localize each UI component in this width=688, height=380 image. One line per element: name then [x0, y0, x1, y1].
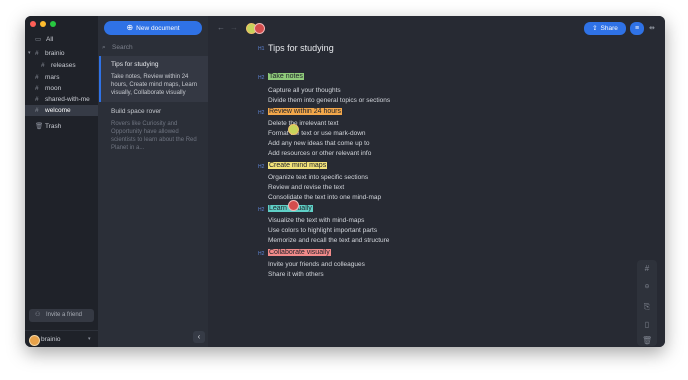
- note-preview: Rovers like Curiosity and Opportunity ha…: [111, 121, 197, 151]
- export-icon[interactable]: ⎘: [642, 302, 652, 312]
- sidebar-item-brainio[interactable]: ▾ # brainio: [25, 48, 98, 59]
- list-item[interactable]: Tips for studying Take notes, Review wit…: [99, 56, 209, 102]
- list-item: Divide them into general topics or secti…: [268, 97, 391, 104]
- hash-icon: #: [35, 96, 39, 103]
- list-item: Invite your friends and colleagues: [268, 261, 365, 268]
- list-item: Add any new ideas that come up to: [268, 140, 370, 147]
- hash-icon: #: [35, 85, 39, 92]
- list-item: Memorize and recall the text and structu…: [268, 237, 390, 244]
- avatar[interactable]: [254, 23, 265, 34]
- close-window-button[interactable]: [30, 21, 36, 27]
- sidebar: ▭ All ▾ # brainio # releases # mars # mo…: [25, 16, 98, 347]
- collaborator-avatar: [288, 200, 299, 211]
- inbox-icon: ▭: [35, 36, 42, 43]
- note-preview: Take notes, Review within 24 hours, Crea…: [111, 74, 198, 96]
- hash-icon: #: [35, 50, 39, 57]
- search-input[interactable]: ⌕ Search: [102, 42, 202, 54]
- list-item: Consolidate the text into one mind-map: [268, 194, 382, 201]
- list-item: Capture all your thoughts: [268, 87, 341, 94]
- list-icon: ≡: [634, 25, 640, 32]
- share-button[interactable]: ⇪ Share: [584, 22, 626, 35]
- document-title-row: H1 Tips for studying: [258, 43, 334, 53]
- new-document-button[interactable]: ⊕ New document: [104, 21, 202, 35]
- hash-icon: #: [35, 107, 39, 114]
- zoom-out-icon[interactable]: ⊖: [642, 283, 652, 290]
- section-heading: H2 Take notes: [258, 73, 304, 81]
- editor: ← → ⇪Share ≡ ⇹ ⊤ H1 Tips for studying H2…: [208, 16, 665, 347]
- sidebar-item-moon[interactable]: # moon: [25, 83, 98, 94]
- section-heading: H2 Collaborate visually: [258, 249, 331, 257]
- search-icon: ⌕: [102, 44, 106, 51]
- maximize-window-button[interactable]: [50, 21, 56, 27]
- split-view-icon[interactable]: ⇹: [649, 24, 655, 34]
- note-list-panel: ⊕ New document ⌕ Search Tips for studying…: [98, 16, 209, 347]
- list-item: Organize text into specific sections: [268, 174, 369, 181]
- list-item[interactable]: Build space rover Rovers like Curiosity …: [99, 104, 207, 151]
- user-menu[interactable]: brainio ▾: [25, 330, 98, 347]
- sidebar-item-releases[interactable]: # releases: [25, 60, 98, 71]
- plus-icon: ⊕: [126, 23, 134, 32]
- sidebar-item-trash[interactable]: 🗑 Trash: [25, 121, 98, 132]
- minimize-window-button[interactable]: [40, 21, 46, 27]
- section-heading: H2 Create mind maps: [258, 162, 328, 170]
- trash-icon: 🗑: [35, 123, 44, 130]
- sidebar-item-all[interactable]: ▭ All: [25, 34, 98, 45]
- section-heading: H2 Review within 24 hours: [258, 108, 342, 116]
- chevron-left-icon: ‹: [197, 332, 201, 341]
- trash-icon[interactable]: 🗑: [642, 336, 652, 345]
- note-title: Build space rover: [111, 108, 162, 115]
- list-item: Visualize the text with mind-maps: [268, 217, 365, 224]
- invite-friend-button[interactable]: ⚇ Invite a friend: [29, 309, 94, 322]
- sidebar-item-mars[interactable]: # mars: [25, 72, 98, 83]
- collaborator-avatar: [288, 124, 299, 135]
- back-arrow-icon[interactable]: ←: [217, 23, 225, 33]
- avatar: [29, 335, 40, 346]
- list-item: Use colors to highlight important parts: [268, 227, 378, 234]
- chevron-down-icon[interactable]: ▾: [28, 48, 31, 59]
- list-item: Review and revise the text: [268, 184, 345, 191]
- list-item: Add resources or other relevant info: [268, 150, 372, 157]
- window-controls: [30, 21, 56, 27]
- sidebar-item-welcome[interactable]: # welcome: [25, 105, 98, 116]
- list-item: Delete the irrelevant text: [268, 120, 339, 127]
- hash-icon: #: [41, 62, 45, 69]
- sidebar-item-shared-with-me[interactable]: # shared-with-me: [25, 94, 98, 105]
- document-title: Tips for studying: [268, 43, 334, 53]
- hash-icon[interactable]: #: [642, 264, 652, 273]
- share-icon: ⇪: [592, 25, 598, 32]
- list-item: Format the text or use mark-down: [268, 130, 366, 137]
- chevron-down-icon: ▾: [88, 336, 91, 342]
- user-plus-icon: ⚇: [35, 312, 41, 318]
- forward-arrow-icon[interactable]: →: [230, 23, 238, 33]
- right-toolbar: # ⊖ ⎘ ▯ 🗑: [637, 260, 657, 346]
- app-window: ▭ All ▾ # brainio # releases # mars # mo…: [25, 16, 665, 347]
- layout-icon[interactable]: ▯: [642, 320, 652, 329]
- collapse-panel-button[interactable]: ‹: [193, 331, 205, 343]
- heading-level-badge: H1: [258, 46, 265, 52]
- list-item: Share it with others: [268, 271, 324, 278]
- note-title: Tips for studying: [111, 61, 159, 68]
- outline-toggle-button[interactable]: ≡: [630, 22, 644, 35]
- hash-icon: #: [35, 74, 39, 81]
